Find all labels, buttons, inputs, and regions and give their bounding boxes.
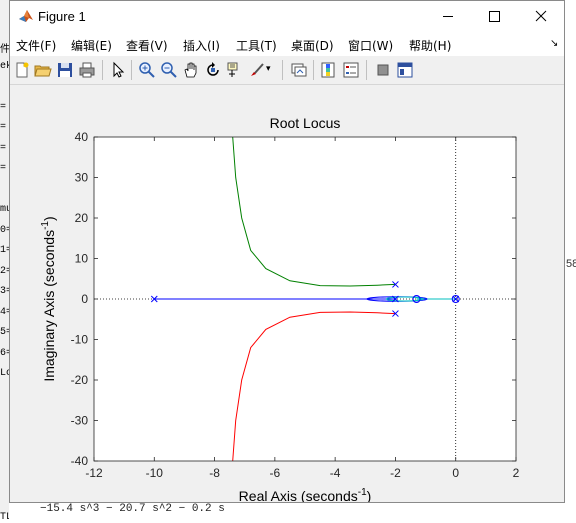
hide-plot-tools-icon[interactable] [374, 61, 392, 79]
background-line: 2= [0, 265, 9, 277]
background-line: = [0, 163, 7, 174]
background-line: = [0, 101, 7, 113]
maximize-button[interactable] [471, 1, 517, 32]
root-locus-plot: Root Locus -12 -10 -8 -6 -4 -2 0 2403020100-10-… [40, 115, 520, 504]
legend-icon[interactable] [342, 61, 360, 79]
colorbar-icon[interactable] [320, 61, 338, 79]
figure-canvas: Root Locus -12 -10 -8 -6 -4 -2 0 2 40 30 20 10 0 -10-… [10, 85, 564, 504]
background-line: mu [0, 204, 9, 215]
zoom-out-icon[interactable] [160, 61, 178, 79]
brush-dropdown-icon[interactable]: ▾ [266, 64, 276, 82]
maximize-icon [489, 11, 500, 22]
y-tick-label: 20 [75, 211, 89, 225]
zoom-in-icon[interactable] [138, 61, 156, 79]
background-line: = [0, 142, 7, 154]
menu-edit[interactable]: 编辑(E) [71, 37, 112, 54]
y-tick-label: 0 [81, 292, 88, 306]
background-line: 件 [0, 45, 9, 56]
menu-help[interactable]: 帮助(H) [409, 37, 451, 54]
window-title: Figure 1 [38, 9, 86, 24]
menu-view[interactable]: 查看(V) [126, 37, 168, 54]
close-button[interactable] [518, 1, 564, 32]
background-text-right: 58 [566, 258, 576, 270]
pan-hand-icon[interactable] [182, 61, 200, 79]
save-icon[interactable] [56, 61, 74, 79]
x-tick-label: 2 [513, 466, 520, 480]
background-line: TL [0, 511, 9, 523]
brush-icon[interactable] [248, 61, 266, 79]
menu-bar: 文件(F) 编辑(E) 查看(V) 插入(I) 工具(T) 桌面(D) 窗口(W… [10, 32, 564, 56]
toolbar-separator [102, 60, 103, 80]
new-figure-icon[interactable] [13, 61, 31, 79]
toolbar-separator [131, 60, 132, 80]
y-tick-label: 30 [75, 171, 89, 185]
menu-desktop[interactable]: 桌面(D) [291, 37, 334, 54]
background-line: ek [0, 60, 9, 72]
y-axis-label: Imaginary Axis (seconds-1) [40, 216, 57, 381]
matlab-logo-icon [19, 10, 33, 22]
menu-tools[interactable]: 工具(T) [236, 37, 277, 54]
y-tick-label: -40 [71, 454, 89, 468]
menu-file[interactable]: 文件(F) [16, 37, 56, 54]
minimize-icon [443, 16, 453, 17]
x-tick-label: -6 [270, 466, 281, 480]
x-tick-label: -4 [330, 466, 341, 480]
toolbar-separator [366, 60, 367, 80]
x-tick-label: -10 [146, 466, 164, 480]
x-tick-label: 0 [452, 466, 459, 480]
background-line: 4= [0, 306, 9, 318]
menu-dock-arrow-icon[interactable]: ↘ [550, 38, 558, 49]
data-cursor-icon[interactable] [226, 61, 244, 79]
background-line: 1= [0, 245, 9, 256]
y-tick-label: -30 [71, 414, 89, 428]
toolbar-separator [282, 60, 283, 80]
chart-title: Root Locus [270, 115, 341, 131]
background-line: 6= [0, 347, 9, 359]
background-line: 0= [0, 224, 9, 236]
y-tick-label: -20 [71, 373, 89, 387]
y-tick-label: 10 [75, 252, 89, 266]
background-line: Lo [0, 368, 9, 379]
x-axis-label: Real Axis (seconds-1) [239, 487, 372, 502]
menu-insert[interactable]: 插入(I) [183, 37, 220, 54]
background-text-bottom: −15.4 s^3 − 20.7 s^2 − 0.2 s [40, 503, 225, 515]
y-tick-label: 40 [75, 130, 89, 144]
minimize-button[interactable] [425, 1, 471, 32]
y-tick-label: -10 [71, 333, 89, 347]
open-file-icon[interactable] [34, 61, 52, 79]
figure-window: Figure 1 文件(F) 编辑(E) 查看(V) 插入(I) 工具(T) 桌… [9, 0, 565, 504]
menu-window[interactable]: 窗口(W) [348, 37, 393, 54]
edit-plot-arrow-icon[interactable] [109, 61, 127, 79]
toolbar-separator [313, 60, 314, 80]
print-icon[interactable] [78, 61, 96, 79]
x-tick-label: -8 [209, 466, 220, 480]
background-editor-strip: 件 ek = = = = mu 0= 1= 2= 3= 4= 5= 6= Lo TL [0, 0, 9, 523]
close-icon [535, 10, 547, 22]
rotate-3d-icon[interactable] [204, 61, 222, 79]
show-plot-tools-icon[interactable] [396, 61, 414, 79]
background-line: 3= [0, 286, 9, 297]
title-bar[interactable]: Figure 1 [10, 1, 564, 32]
background-line: 5= [0, 327, 9, 338]
x-tick-label: -12 [85, 466, 103, 480]
x-tick-label: -2 [390, 466, 401, 480]
figure-toolbar: ▾ [10, 56, 564, 85]
link-plot-icon[interactable] [290, 61, 308, 79]
background-line: = [0, 122, 7, 133]
